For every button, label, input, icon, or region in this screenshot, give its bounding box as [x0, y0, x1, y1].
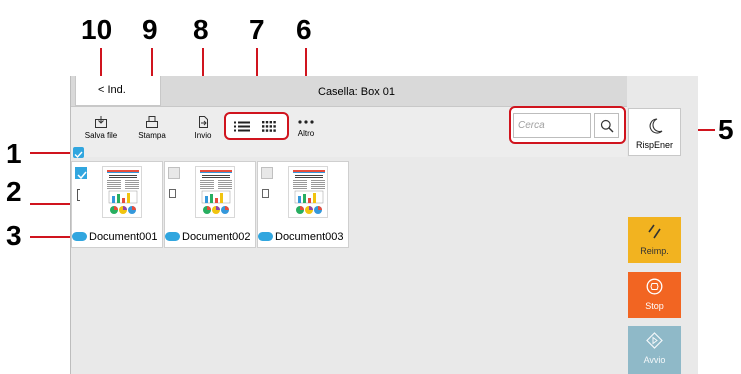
stop-button[interactable]: Stop: [628, 272, 681, 318]
document-checkbox[interactable]: [75, 167, 87, 180]
send-icon: [199, 116, 208, 128]
search-icon: [600, 119, 614, 133]
document-checkbox[interactable]: [168, 167, 180, 179]
send-button[interactable]: Invio: [178, 115, 228, 140]
reprint-icon: [648, 224, 661, 239]
file-type-icon: [262, 189, 269, 198]
save-file-icon: [95, 116, 107, 128]
save-file-button[interactable]: Salva file: [76, 115, 126, 140]
check-icon: [74, 151, 83, 159]
stop-icon: [646, 278, 663, 295]
document-name: Document003: [258, 231, 344, 243]
document-name-text: Document001: [89, 231, 158, 243]
file-type-icon: [169, 189, 176, 198]
document-type-badge: [258, 231, 273, 241]
document-name-text: Document003: [275, 231, 344, 243]
print-button[interactable]: Stampa: [127, 115, 177, 140]
moon-icon: [649, 118, 663, 134]
leader-line-1: [30, 152, 72, 154]
save-file-label: Salva file: [84, 131, 118, 140]
start-label: Avvio: [643, 355, 666, 365]
callout-7: 7: [249, 14, 265, 45]
more-button[interactable]: Altro: [281, 117, 331, 138]
send-label: Invio: [194, 131, 212, 140]
document-name-text: Document002: [182, 231, 251, 243]
callout-6: 6: [296, 14, 312, 45]
thumbnail-view-icon[interactable]: [262, 121, 276, 132]
callout-9: 9: [142, 14, 158, 45]
print-label: Stampa: [138, 131, 166, 140]
document-card[interactable]: Document001: [71, 161, 163, 248]
document-type-badge: [72, 231, 87, 241]
document-name: Document001: [72, 231, 158, 243]
document-card[interactable]: Document003: [257, 161, 349, 248]
callout-3: 3: [6, 220, 22, 251]
document-thumbnail: [102, 166, 142, 218]
callout-1: 1: [6, 138, 22, 169]
reprint-button[interactable]: Reimp.: [628, 217, 681, 263]
breadcrumb: Casella: Box 01: [318, 86, 396, 98]
leader-line-2a: [30, 203, 72, 205]
document-thumbnail: [195, 166, 235, 218]
document-name: Document002: [165, 231, 251, 243]
document-type-badge: [165, 231, 180, 241]
callout-10: 10: [81, 14, 113, 45]
document-checkbox[interactable]: [261, 167, 273, 179]
back-button[interactable]: < Ind.: [75, 76, 161, 106]
search-button[interactable]: [594, 113, 619, 138]
start-button[interactable]: Avvio: [628, 326, 681, 374]
energy-saver-button[interactable]: RispEner: [628, 108, 681, 156]
document-thumbnail: [288, 166, 328, 218]
reprint-label: Reimp.: [640, 246, 669, 256]
document-card[interactable]: Document002: [164, 161, 256, 248]
leader-line-3: [30, 236, 72, 238]
stop-label: Stop: [645, 301, 664, 311]
callout-5: 5: [718, 114, 734, 145]
start-icon: [646, 332, 663, 349]
energy-saver-label: RispEner: [635, 140, 673, 150]
view-toggle-group: [224, 112, 289, 140]
callout-8: 8: [193, 14, 209, 45]
file-type-icon: [77, 189, 80, 201]
print-icon: [146, 116, 158, 128]
list-view-icon[interactable]: [234, 121, 250, 132]
select-all-checkbox[interactable]: [73, 147, 84, 159]
callout-2: 2: [6, 176, 22, 207]
check-icon: [77, 171, 87, 180]
more-icon: [298, 120, 314, 124]
search-input[interactable]: Cerca: [513, 113, 591, 138]
more-label: Altro: [297, 129, 315, 138]
